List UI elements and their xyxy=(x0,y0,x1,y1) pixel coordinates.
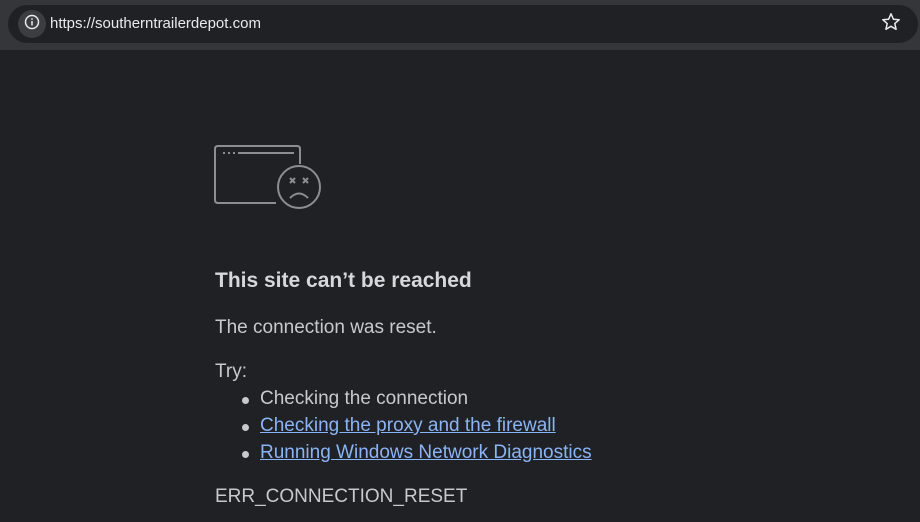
browser-toolbar: https://southerntrailerdepot.com xyxy=(0,0,920,50)
suggestion-item-check-connection: Checking the connection xyxy=(240,387,592,414)
star-icon xyxy=(881,12,901,37)
url-text[interactable]: https://southerntrailerdepot.com xyxy=(50,15,261,32)
error-summary: The connection was reset. xyxy=(215,317,437,338)
error-page: This site can’t be reached The connectio… xyxy=(0,50,920,522)
network-diagnostics-link[interactable]: Running Windows Network Diagnostics xyxy=(260,442,592,463)
suggestion-item-network-diagnostics: Running Windows Network Diagnostics xyxy=(240,441,592,468)
site-info-button[interactable] xyxy=(18,10,46,38)
suggestion-item-check-proxy: Checking the proxy and the firewall xyxy=(240,414,592,441)
address-bar[interactable]: https://southerntrailerdepot.com xyxy=(8,5,918,43)
try-label: Try: xyxy=(215,361,248,382)
bullet-icon xyxy=(242,397,249,404)
check-proxy-firewall-link[interactable]: Checking the proxy and the firewall xyxy=(260,415,556,436)
error-code: ERR_CONNECTION_RESET xyxy=(215,486,468,507)
suggestion-list: Checking the connection Checking the pro… xyxy=(240,387,592,468)
sad-browser-window-icon xyxy=(214,145,322,211)
suggestion-text: Checking the connection xyxy=(260,388,469,409)
bookmark-button[interactable] xyxy=(880,12,902,37)
info-icon xyxy=(24,14,40,35)
error-title: This site can’t be reached xyxy=(215,269,472,292)
bullet-icon xyxy=(242,451,249,458)
bullet-icon xyxy=(242,424,249,431)
